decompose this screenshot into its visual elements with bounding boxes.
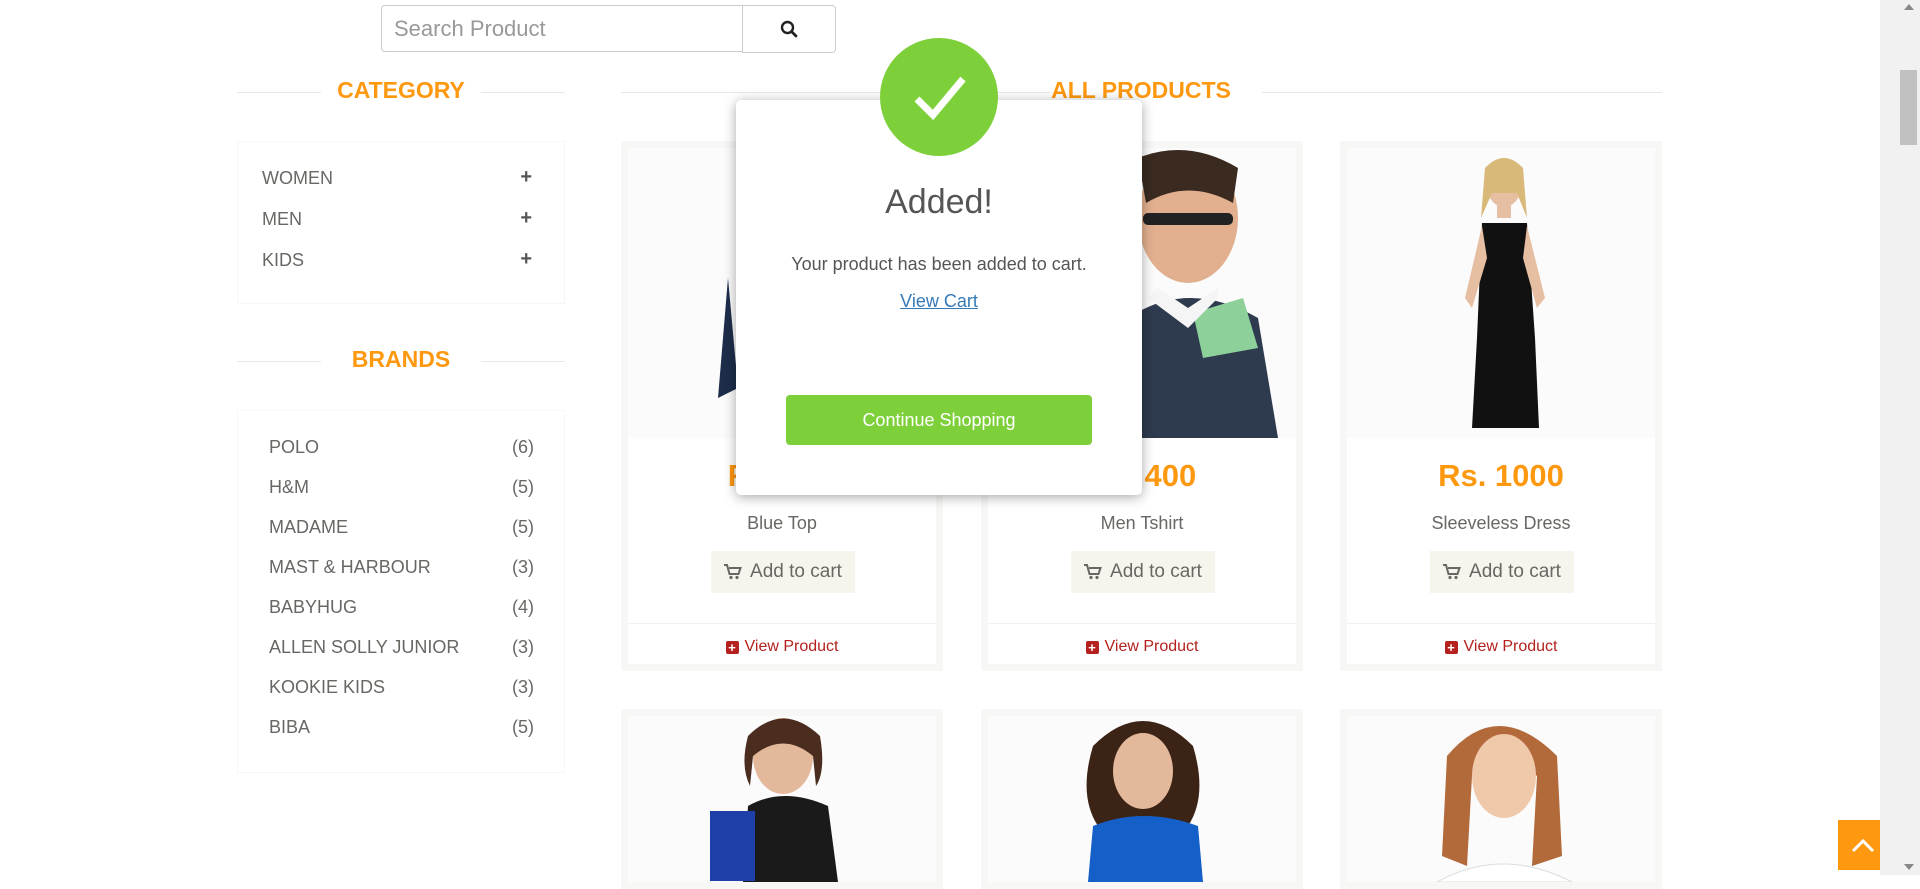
view-cart-link[interactable]: View Cart [736, 291, 1142, 312]
chevron-up-icon [1851, 838, 1875, 853]
scroll-down-arrow-icon[interactable] [1904, 864, 1914, 870]
scroll-up-arrow-icon[interactable] [1904, 4, 1914, 10]
modal-title: Added! [885, 183, 993, 221]
checkmark-icon [914, 76, 966, 121]
success-badge [880, 38, 998, 156]
continue-shopping-button[interactable]: Continue Shopping [786, 395, 1092, 445]
modal-message: Your product has been added to cart. [791, 254, 1087, 274]
scrollbar-thumb[interactable] [1900, 70, 1917, 145]
